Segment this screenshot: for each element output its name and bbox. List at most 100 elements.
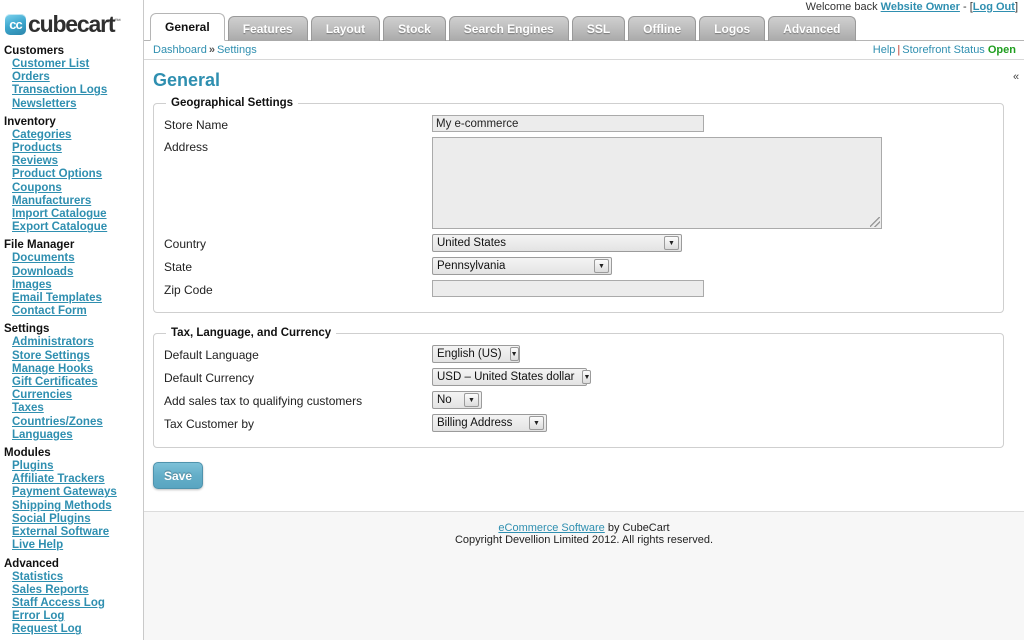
tab-general[interactable]: General — [150, 13, 225, 41]
sidebar-item-manufacturers[interactable]: Manufacturers — [0, 195, 143, 208]
sidebar-item-documents[interactable]: Documents — [0, 252, 143, 265]
row-country: Country United States ▼ — [164, 234, 993, 252]
zip-code-label: Zip Code — [164, 280, 432, 297]
sidebar-item-languages[interactable]: Languages — [0, 429, 143, 442]
sidebar-item-customer-list[interactable]: Customer List — [0, 58, 143, 71]
tab-stock[interactable]: Stock — [383, 16, 446, 41]
sidebar-item-currencies[interactable]: Currencies — [0, 389, 143, 402]
tab-ssl[interactable]: SSL — [572, 16, 625, 41]
tab-logos[interactable]: Logos — [699, 16, 765, 41]
sidebar-item-shipping-methods[interactable]: Shipping Methods — [0, 500, 143, 513]
sales-tax-select-value: No — [437, 394, 462, 406]
sidebar-item-request-log[interactable]: Request Log — [0, 623, 143, 636]
sidebar-item-statistics[interactable]: Statistics — [0, 571, 143, 584]
tax-language-currency-legend: Tax, Language, and Currency — [166, 327, 336, 339]
default-currency-select[interactable]: USD – United States dollar ▼ — [432, 368, 587, 386]
resize-grip-icon[interactable] — [870, 217, 880, 227]
breadcrumb: Dashboard»Settings — [153, 44, 257, 56]
help-link[interactable]: Help — [873, 44, 896, 56]
breadcrumb-item-settings[interactable]: Settings — [217, 44, 257, 56]
default-language-select[interactable]: English (US) ▼ — [432, 345, 520, 363]
zip-code-input[interactable] — [432, 280, 704, 297]
sidebar-group-advanced: AdvancedStatisticsSales ReportsStaff Acc… — [0, 553, 143, 637]
content-panel: Dashboard»Settings Help|Storefront Statu… — [144, 40, 1024, 640]
row-zip-code: Zip Code — [164, 280, 993, 297]
collapse-panel-icon[interactable]: « — [1010, 69, 1022, 85]
tab-layout[interactable]: Layout — [311, 16, 380, 41]
status-pipe: | — [897, 44, 900, 56]
sidebar-item-downloads[interactable]: Downloads — [0, 266, 143, 279]
tax-customer-by-select[interactable]: Billing Address ▼ — [432, 414, 547, 432]
state-select-value: Pennsylvania — [437, 260, 592, 272]
sidebar-item-images[interactable]: Images — [0, 279, 143, 292]
sidebar-item-live-help[interactable]: Live Help — [0, 539, 143, 552]
sidebar-item-coupons[interactable]: Coupons — [0, 182, 143, 195]
cubecart-logo-mark: cc — [5, 14, 26, 35]
settings-form: Geographical Settings Store Name Address… — [144, 97, 1024, 448]
store-name-input[interactable] — [432, 115, 704, 132]
sidebar-item-countries-zones[interactable]: Countries/Zones — [0, 416, 143, 429]
save-button[interactable]: Save — [153, 462, 203, 489]
sidebar-item-error-log[interactable]: Error Log — [0, 610, 143, 623]
store-name-label: Store Name — [164, 115, 432, 132]
cubecart-logo[interactable]: cc cubecart™ — [0, 0, 143, 40]
footer-copyright: Copyright Devellion Limited 2012. All ri… — [144, 534, 1024, 546]
sidebar-item-gift-certificates[interactable]: Gift Certificates — [0, 376, 143, 389]
sidebar-item-administrators[interactable]: Administrators — [0, 336, 143, 349]
trademark-symbol: ™ — [114, 18, 120, 25]
logout-link[interactable]: Log Out — [973, 1, 1015, 13]
sidebar-group-file-manager: File ManagerDocumentsDownloadsImagesEmai… — [0, 234, 143, 318]
sidebar-item-orders[interactable]: Orders — [0, 71, 143, 84]
state-select[interactable]: Pennsylvania ▼ — [432, 257, 612, 275]
footer-by: by CubeCart — [605, 522, 670, 534]
sidebar-group-modules: ModulesPluginsAffiliate TrackersPayment … — [0, 442, 143, 552]
tax-language-currency-fieldset: Tax, Language, and Currency Default Lang… — [153, 327, 1004, 448]
sidebar-item-contact-form[interactable]: Contact Form — [0, 305, 143, 318]
tab-advanced[interactable]: Advanced — [768, 16, 855, 41]
sidebar-group-inventory: InventoryCategoriesProductsReviewsProduc… — [0, 111, 143, 235]
tab-offline[interactable]: Offline — [628, 16, 696, 41]
sidebar-item-payment-gateways[interactable]: Payment Gateways — [0, 486, 143, 499]
sidebar-item-newsletters[interactable]: Newsletters — [0, 98, 143, 111]
sidebar-group-title: Advanced — [0, 553, 143, 571]
chevron-down-icon: ▼ — [582, 370, 591, 384]
tax-customer-by-select-value: Billing Address — [437, 417, 527, 429]
sidebar-group-title: Settings — [0, 318, 143, 336]
sidebar-item-plugins[interactable]: Plugins — [0, 460, 143, 473]
tab-features[interactable]: Features — [228, 16, 308, 41]
address-textarea[interactable] — [432, 137, 882, 229]
sidebar-item-social-plugins[interactable]: Social Plugins — [0, 513, 143, 526]
sidebar-item-product-options[interactable]: Product Options — [0, 168, 143, 181]
row-store-name: Store Name — [164, 115, 993, 132]
sidebar-item-reviews[interactable]: Reviews — [0, 155, 143, 168]
sidebar-item-sales-reports[interactable]: Sales Reports — [0, 584, 143, 597]
sidebar-item-products[interactable]: Products — [0, 142, 143, 155]
admin-page: cc cubecart™ CustomersCustomer ListOrder… — [0, 0, 1024, 640]
sidebar-item-manage-hooks[interactable]: Manage Hooks — [0, 363, 143, 376]
sidebar-item-external-software[interactable]: External Software — [0, 526, 143, 539]
sidebar-item-import-catalogue[interactable]: Import Catalogue — [0, 208, 143, 221]
row-address: Address — [164, 137, 993, 229]
sidebar-item-taxes[interactable]: Taxes — [0, 402, 143, 415]
sidebar-item-store-settings[interactable]: Store Settings — [0, 350, 143, 363]
row-tax-customer-by: Tax Customer by Billing Address ▼ — [164, 414, 993, 432]
status-links: Help|Storefront Status Open — [873, 44, 1016, 56]
sales-tax-select[interactable]: No ▼ — [432, 391, 482, 409]
sidebar-item-transaction-logs[interactable]: Transaction Logs — [0, 84, 143, 97]
sidebar-item-affiliate-trackers[interactable]: Affiliate Trackers — [0, 473, 143, 486]
current-user-link[interactable]: Website Owner — [881, 1, 960, 13]
sidebar-item-staff-access-log[interactable]: Staff Access Log — [0, 597, 143, 610]
footer-credit: eCommerce Software by CubeCart — [144, 522, 1024, 534]
tab-search-engines[interactable]: Search Engines — [449, 16, 569, 41]
ecommerce-software-link[interactable]: eCommerce Software — [498, 522, 604, 534]
sidebar-item-export-catalogue[interactable]: Export Catalogue — [0, 221, 143, 234]
breadcrumb-separator: » — [209, 44, 215, 56]
breadcrumb-bar: Dashboard»Settings Help|Storefront Statu… — [144, 41, 1024, 60]
storefront-status-label[interactable]: Storefront Status — [902, 44, 985, 56]
sidebar-item-email-templates[interactable]: Email Templates — [0, 292, 143, 305]
country-select[interactable]: United States ▼ — [432, 234, 682, 252]
breadcrumb-item-dashboard[interactable]: Dashboard — [153, 44, 207, 56]
welcome-prefix: Welcome back — [806, 1, 878, 13]
sidebar-item-categories[interactable]: Categories — [0, 129, 143, 142]
row-state: State Pennsylvania ▼ — [164, 257, 993, 275]
